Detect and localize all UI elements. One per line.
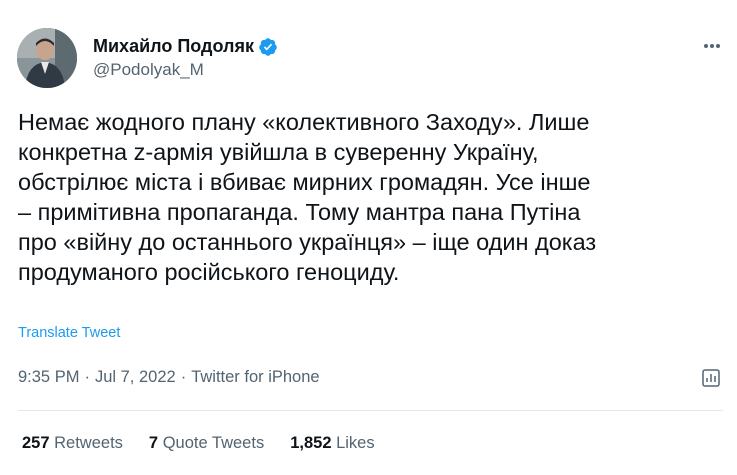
retweets-count: 257	[22, 434, 50, 452]
retweets-label: Retweets	[54, 434, 123, 452]
meta-separator: ·	[180, 368, 187, 386]
author-handle[interactable]: @Podolyak_M	[93, 60, 204, 80]
author-name-row[interactable]: Михайло Подоляк	[93, 36, 278, 57]
tweet-text-line: про «війну до останнього українця» – іще…	[18, 229, 597, 255]
tweet-text-line: Немає жодного плану «колективного Заходу…	[18, 109, 590, 135]
more-horizontal-icon[interactable]	[697, 36, 727, 56]
tweet-text-line: продуманого російського геноциду.	[18, 259, 400, 285]
avatar[interactable]	[17, 28, 77, 88]
quote-tweets-stat[interactable]: 7 Quote Tweets	[149, 434, 264, 453]
tweet-text-line: конкретна z-армія увійшла в суверенну Ук…	[18, 139, 539, 165]
quote-tweets-count: 7	[148, 434, 159, 452]
author-display-name[interactable]: Михайло Подоляк	[93, 36, 254, 57]
retweets-stat[interactable]: 257 Retweets	[22, 434, 123, 453]
translate-tweet-link[interactable]: Translate Tweet	[18, 325, 120, 341]
tweet-text: Немає жодного плану «колективного Заходу…	[18, 107, 723, 287]
tweet-text-line: – примітивна пропаганда. Тому мантра пан…	[18, 199, 581, 225]
analytics-icon[interactable]	[700, 367, 722, 389]
quote-tweets-label: Quote Tweets	[162, 434, 265, 452]
divider	[18, 410, 723, 411]
tweet-meta: 9:35 PM · Jul 7, 2022 · Twitter for iPho…	[18, 368, 320, 387]
likes-label: Likes	[336, 434, 375, 452]
tweet-stats: 257 Retweets 7 Quote Tweets 1,852 Likes	[22, 434, 401, 453]
tweet-date[interactable]: Jul 7, 2022	[95, 368, 176, 387]
tweet-time[interactable]: 9:35 PM	[18, 368, 79, 387]
avatar-photo-icon	[17, 28, 77, 88]
tweet-source[interactable]: Twitter for iPhone	[191, 368, 319, 387]
verified-badge-icon	[259, 37, 277, 56]
tweet-text-line: обстрілює міста і вбиває мирних громадян…	[18, 169, 591, 195]
meta-separator: ·	[84, 368, 90, 386]
likes-stat[interactable]: 1,852 Likes	[290, 434, 374, 453]
likes-count: 1,852	[290, 434, 332, 452]
